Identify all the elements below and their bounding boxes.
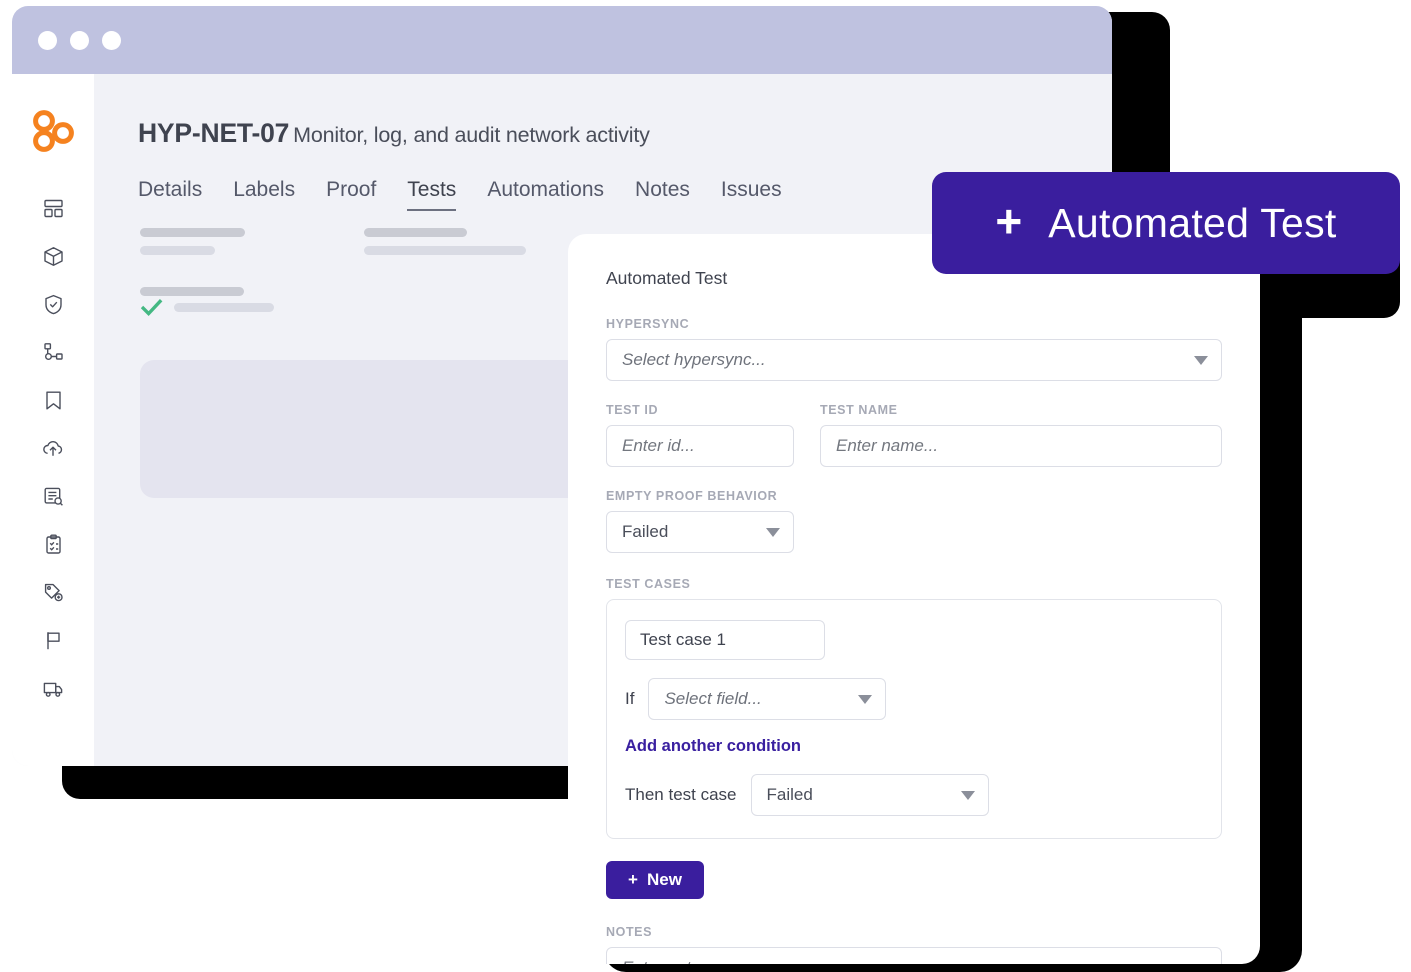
bookmark-icon [43, 390, 64, 411]
empty-proof-behavior-value: Failed [622, 522, 669, 541]
dashboard-icon [43, 198, 64, 219]
condition-field-value: Select field... [664, 689, 762, 708]
sidebar-item-tasks[interactable] [12, 520, 94, 568]
tab-details[interactable]: Details [138, 178, 202, 211]
test-case-name-value: Test case 1 [640, 630, 726, 649]
skeleton-line [140, 228, 245, 237]
sidebar [12, 74, 94, 766]
then-test-case-value: Failed [766, 785, 813, 804]
sidebar-item-access[interactable] [12, 568, 94, 616]
notes-placeholder: Enter notes... [622, 958, 723, 964]
page-title-description: Monitor, log, and audit network activity [293, 123, 650, 147]
then-row: Then test case Failed [625, 774, 1203, 816]
id-name-row: TEST ID Enter id... TEST NAME Enter name… [606, 403, 1222, 467]
skeleton-line [140, 287, 244, 296]
tab-tests[interactable]: Tests [407, 178, 457, 211]
chevron-down-icon [766, 527, 780, 537]
hypersync-select[interactable]: Select hypersync... [606, 339, 1222, 381]
tab-proof[interactable]: Proof [326, 178, 376, 211]
test-name-label: TEST NAME [820, 403, 898, 417]
shield-icon [43, 294, 64, 315]
test-id-field-group: TEST ID Enter id... [606, 403, 794, 467]
plus-icon: + [995, 195, 1023, 247]
notes-input[interactable]: Enter notes... [606, 947, 1222, 964]
test-name-input[interactable]: Enter name... [820, 425, 1222, 467]
tab-labels[interactable]: Labels [233, 178, 295, 211]
tab-issues[interactable]: Issues [721, 178, 782, 211]
skeleton-line [364, 228, 467, 237]
tab-automations[interactable]: Automations [487, 178, 604, 211]
then-test-case-select[interactable]: Failed [750, 774, 989, 816]
skeleton-line [140, 246, 215, 255]
sidebar-item-dashboard[interactable] [12, 184, 94, 232]
automated-test-badge[interactable]: + Automated Test [932, 172, 1400, 274]
clipboard-check-icon [43, 534, 64, 555]
sidebar-item-audit-log[interactable] [12, 472, 94, 520]
empty-proof-behavior-select[interactable]: Failed [606, 511, 794, 553]
truck-icon [42, 678, 64, 699]
workflow-nodes-icon [43, 342, 64, 363]
list-search-icon [43, 486, 64, 507]
test-cases-label: TEST CASES [606, 577, 691, 591]
chevron-down-icon [960, 790, 975, 800]
automated-test-badge-label: Automated Test [1048, 199, 1337, 246]
test-id-placeholder: Enter id... [622, 436, 695, 455]
sidebar-item-uploads[interactable] [12, 424, 94, 472]
sidebar-item-assets[interactable] [12, 232, 94, 280]
test-id-input[interactable]: Enter id... [606, 425, 794, 467]
sidebar-item-bookmarks[interactable] [12, 376, 94, 424]
condition-row: If Select field... [625, 678, 1203, 720]
key-tag-icon [43, 582, 64, 603]
new-button-label: New [646, 870, 682, 889]
add-another-condition-link[interactable]: Add another condition [625, 737, 1203, 756]
window-dot-minimize[interactable] [70, 30, 89, 50]
package-icon [43, 246, 64, 267]
chevron-down-icon [1194, 355, 1208, 365]
page-title: HYP-NET-07 Monitor, log, and audit networ… [138, 118, 1112, 149]
test-cases-group: TEST CASES Test case 1 If Select field..… [606, 577, 1222, 839]
three-rings-logo-icon[interactable] [12, 100, 94, 162]
automated-test-modal: Automated Test HYPERSYNC Select hypersyn… [568, 234, 1260, 964]
new-test-case-button[interactable]: + New [606, 861, 704, 899]
sidebar-item-flags[interactable] [12, 616, 94, 664]
sidebar-item-vendors[interactable] [12, 664, 94, 712]
sidebar-item-controls[interactable] [12, 280, 94, 328]
empty-proof-behavior-group: EMPTY PROOF BEHAVIOR Failed [606, 489, 1222, 553]
empty-proof-behavior-label: EMPTY PROOF BEHAVIOR [606, 489, 778, 503]
test-name-placeholder: Enter name... [836, 436, 939, 455]
tab-notes[interactable]: Notes [635, 178, 690, 211]
notes-label: NOTES [606, 925, 653, 939]
test-id-label: TEST ID [606, 403, 659, 417]
page-title-code: HYP-NET-07 [138, 118, 290, 148]
window-dot-close[interactable] [38, 30, 57, 50]
test-name-field-group: TEST NAME Enter name... [820, 403, 1222, 467]
sidebar-nav [12, 184, 94, 712]
skeleton-line [174, 303, 274, 312]
flag-icon [43, 630, 64, 651]
if-label: If [625, 689, 635, 708]
green-check-icon [140, 298, 163, 322]
test-case-card: Test case 1 If Select field... Add anoth… [606, 599, 1222, 839]
sidebar-item-workflows[interactable] [12, 328, 94, 376]
chevron-down-icon [858, 694, 873, 704]
plus-icon: + [628, 870, 638, 889]
test-case-name-input[interactable]: Test case 1 [625, 620, 825, 660]
hypersync-select-value: Select hypersync... [622, 350, 766, 369]
then-test-case-label: Then test case [625, 785, 737, 804]
cloud-upload-icon [42, 438, 64, 459]
hypersync-label: HYPERSYNC [606, 317, 690, 331]
condition-field-select[interactable]: Select field... [648, 678, 887, 720]
window-title-bar [12, 6, 1112, 74]
window-dot-maximize[interactable] [102, 30, 121, 50]
skeleton-line [364, 246, 526, 255]
